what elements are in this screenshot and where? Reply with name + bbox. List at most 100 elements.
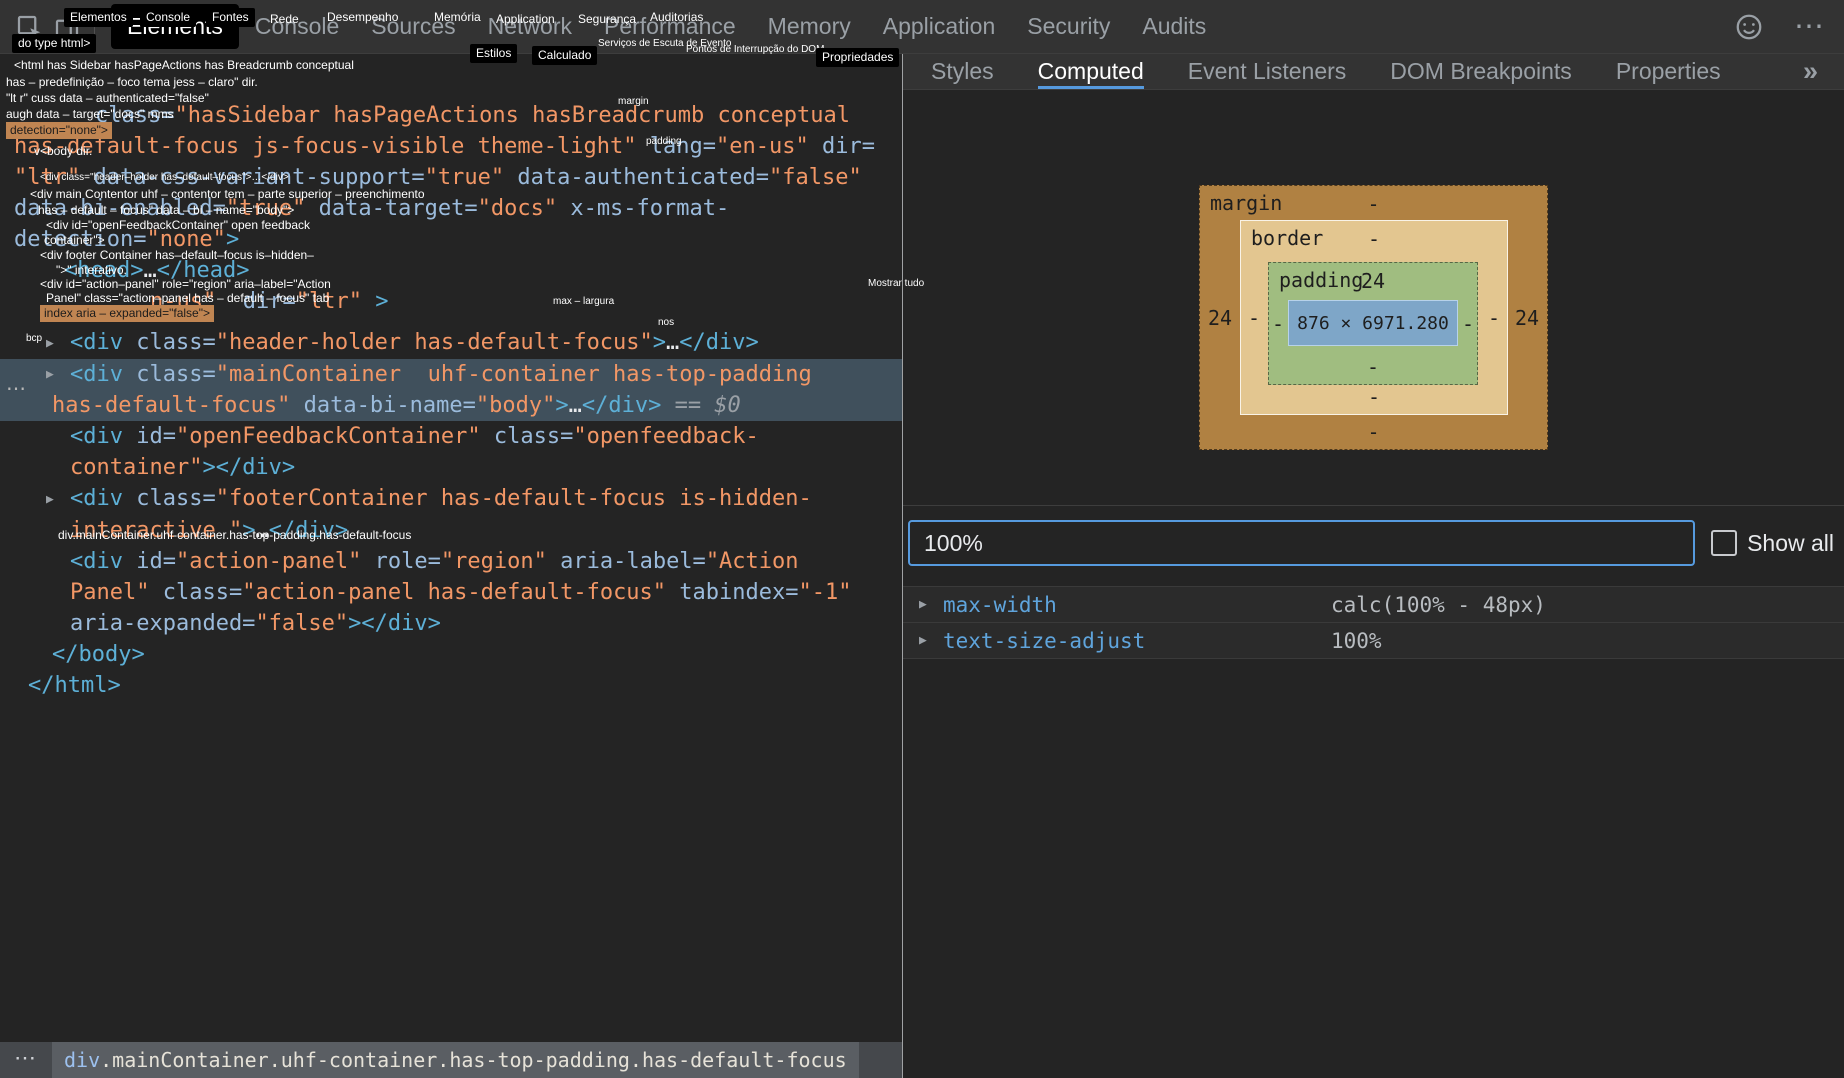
- section-divider: [903, 505, 1844, 506]
- code-token: "openfeedback-: [573, 424, 758, 449]
- code-token: Panel": [70, 580, 149, 605]
- device-toolbar-icon[interactable]: [48, 8, 86, 46]
- code-token: role=: [361, 549, 440, 574]
- code-token: "false": [255, 611, 348, 636]
- elements-panel: class="hasSidebar hasPageActions hasBrea…: [0, 54, 903, 1078]
- code-token: </div>: [582, 393, 661, 418]
- dom-tree-line[interactable]: n-us" dir="ltr" >: [0, 286, 902, 317]
- code-token: class=: [123, 362, 216, 387]
- dom-tree-line[interactable]: <div id="action-panel" role="region" ari…: [0, 546, 902, 577]
- code-token: tabindex=: [666, 580, 798, 605]
- node-menu-dots-icon[interactable]: ⋯: [6, 376, 26, 401]
- dom-tree-line[interactable]: class="hasSidebar hasPageActions hasBrea…: [0, 100, 902, 131]
- code-token: </body>: [52, 642, 145, 667]
- code-token: "false": [769, 165, 862, 190]
- disclosure-arrow-icon[interactable]: ▶: [46, 359, 70, 390]
- code-token: >: [653, 330, 666, 355]
- tab-elements[interactable]: Elements: [111, 4, 239, 49]
- dom-tree-line[interactable]: Panel" class="action-panel has-default-f…: [0, 577, 902, 608]
- code-token: >: [362, 289, 389, 314]
- tab-memory[interactable]: Memory: [752, 4, 867, 49]
- box-model-border[interactable]: border - - - - padding 24 - - - 876 × 69…: [1240, 220, 1508, 415]
- dom-tree-line[interactable]: <div id="openFeedbackContainer" class="o…: [0, 421, 902, 452]
- sidebar-tab-event-listeners[interactable]: Event Listeners: [1188, 54, 1347, 89]
- code-token: >: [555, 393, 568, 418]
- property-value: 100%: [1331, 629, 1382, 653]
- dom-tree-line[interactable]: interactive ">…</div>: [0, 515, 902, 546]
- sidebar-tab-properties[interactable]: Properties: [1616, 54, 1721, 89]
- inspect-element-icon[interactable]: [10, 8, 48, 46]
- code-token: "ltr": [14, 165, 80, 190]
- tab-application[interactable]: Application: [867, 4, 1012, 49]
- tab-network[interactable]: Network: [472, 4, 588, 49]
- padding-top-value: 24: [1269, 269, 1477, 293]
- disclosure-arrow-icon[interactable]: ▶: [919, 633, 943, 648]
- dom-tree-line[interactable]: detection="none">: [0, 224, 902, 255]
- overflow-tabs-icon[interactable]: »: [1803, 56, 1818, 87]
- box-model-content[interactable]: 876 × 6971.280: [1288, 300, 1458, 346]
- dom-tree-line[interactable]: has-default-focus" data-bi-name="body">……: [0, 390, 902, 421]
- computed-property-row[interactable]: ▶text-size-adjust100%: [903, 623, 1844, 659]
- disclosure-arrow-icon[interactable]: ▶: [919, 597, 943, 612]
- code-token: "true": [226, 196, 305, 221]
- dom-tree-line[interactable]: has-default-focus js-focus-visible theme…: [0, 131, 902, 162]
- code-token: dir=: [216, 289, 295, 314]
- code-token: "action-panel has-default-focus": [242, 580, 666, 605]
- code-token: …: [143, 258, 156, 283]
- computed-pane: margin - 24 24 - border - - - - padding …: [903, 90, 1844, 1078]
- code-token: class=: [481, 424, 574, 449]
- tab-security[interactable]: Security: [1011, 4, 1126, 49]
- tab-performance[interactable]: Performance: [588, 4, 752, 49]
- dom-tree-line[interactable]: </html>: [0, 670, 902, 701]
- padding-right-value: -: [1459, 312, 1477, 336]
- breadcrumb-tag: div: [64, 1048, 100, 1072]
- code-token: <div: [70, 549, 123, 574]
- filter-input[interactable]: [908, 520, 1695, 566]
- sidebar-tab-styles[interactable]: Styles: [931, 54, 994, 89]
- computed-property-row[interactable]: ▶max-widthcalc(100% - 48px): [903, 587, 1844, 623]
- code-token: "region": [441, 549, 547, 574]
- dom-tree-line[interactable]: data-bi-enabled="true" data-target="docs…: [0, 193, 902, 224]
- dom-tree-line[interactable]: </body>: [0, 639, 902, 670]
- padding-bottom-value: -: [1269, 355, 1477, 379]
- dom-tree-line[interactable]: container"></div>: [0, 452, 902, 483]
- code-token: interactive ": [70, 518, 242, 543]
- tab-audits[interactable]: Audits: [1126, 4, 1222, 49]
- tab-sources[interactable]: Sources: [355, 4, 471, 49]
- dom-tree-line[interactable]: <head>…</head>: [0, 255, 902, 286]
- disclosure-arrow-icon[interactable]: ▶: [46, 484, 70, 515]
- margin-bottom-value: -: [1200, 420, 1547, 444]
- breadcrumb-classes: .mainContainer.uhf-container.has-top-pad…: [100, 1048, 847, 1072]
- more-menu-icon[interactable]: ⋯: [1794, 17, 1824, 37]
- property-name: text-size-adjust: [943, 629, 1331, 653]
- feedback-smiley-icon[interactable]: [1730, 8, 1768, 46]
- dom-tree-line[interactable]: ▶<div class="mainContainer uhf-container…: [0, 359, 902, 391]
- code-token: "true": [425, 165, 504, 190]
- margin-right-value: 24: [1507, 306, 1547, 330]
- code-token: "footerContainer has-default-focus is-hi…: [216, 486, 812, 511]
- sidebar-tab-dom-breakpoints[interactable]: DOM Breakpoints: [1390, 54, 1572, 89]
- box-model-margin[interactable]: margin - 24 24 - border - - - - padding …: [1199, 185, 1548, 450]
- code-token: data-bi-enabled=: [14, 196, 226, 221]
- sidebar-tab-computed[interactable]: Computed: [1038, 54, 1144, 89]
- code-token: lang=: [637, 134, 716, 159]
- tab-console[interactable]: Console: [239, 4, 355, 49]
- show-all-label: Show all: [1747, 530, 1834, 557]
- code-token: "-1": [799, 580, 852, 605]
- box-model-padding[interactable]: padding 24 - - - 876 × 6971.280: [1268, 262, 1478, 385]
- sidebar-tabs-list: Styles Computed Event Listeners DOM Breakpo…: [931, 54, 1721, 89]
- code-token: aria-expanded=: [70, 611, 255, 636]
- code-token: <div: [70, 362, 123, 387]
- disclosure-arrow-icon[interactable]: ▶: [46, 328, 70, 359]
- margin-top-value: -: [1200, 192, 1547, 216]
- dom-tree-line[interactable]: "ltr" data-css-variant-support="true" da…: [0, 162, 902, 193]
- dom-tree-line[interactable]: ▶<div class="header-holder has-default-f…: [0, 327, 902, 359]
- code-token: class=: [123, 486, 216, 511]
- dom-tree-line[interactable]: aria-expanded="false"></div>: [0, 608, 902, 639]
- breadcrumb-item[interactable]: div.mainContainer.uhf-container.has-top-…: [52, 1042, 859, 1078]
- dom-tree-line[interactable]: ▶<div class="footerContainer has-default…: [0, 483, 902, 515]
- code-token: n-us": [150, 289, 216, 314]
- show-all-checkbox[interactable]: [1711, 530, 1737, 556]
- margin-left-value: 24: [1200, 306, 1240, 330]
- breadcrumb-overflow-icon[interactable]: ⋯: [14, 1045, 36, 1071]
